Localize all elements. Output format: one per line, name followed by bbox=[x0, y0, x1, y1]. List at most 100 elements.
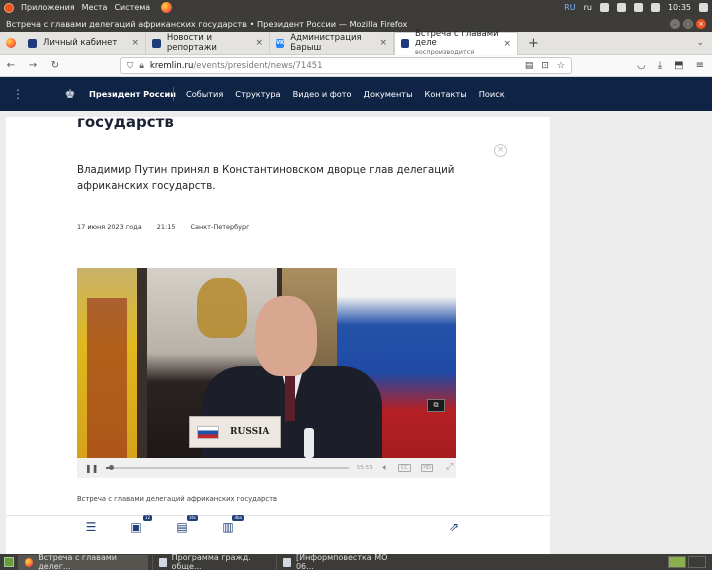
speaker-head bbox=[255, 296, 317, 376]
pocket-icon[interactable]: ◡ bbox=[637, 60, 646, 71]
site-nav: События Структура Видео и фото Документы… bbox=[186, 89, 517, 99]
back-button[interactable]: ← bbox=[0, 60, 22, 71]
eagle-emblem bbox=[197, 278, 247, 338]
firefox-icon bbox=[25, 557, 34, 567]
subtitles-icon[interactable]: CC bbox=[398, 464, 411, 472]
url-host: kremlin.ru bbox=[149, 60, 194, 71]
water-bottle bbox=[304, 428, 314, 458]
window-titlebar: Встреча с главами делегаций африканских … bbox=[0, 15, 712, 32]
reload-button[interactable]: ↻ bbox=[44, 60, 66, 71]
tab-label: Встреча с главами деле bbox=[414, 29, 499, 48]
tab-personal-cabinet[interactable]: Личный кабинет × bbox=[22, 31, 146, 55]
picture-in-picture-icon[interactable]: ⧉ bbox=[427, 399, 445, 412]
workspace-2[interactable] bbox=[688, 556, 706, 568]
nav-events[interactable]: События bbox=[186, 89, 223, 99]
nav-structure[interactable]: Структура bbox=[235, 89, 280, 99]
taskbar-label: [Информповестка МО 06... bbox=[295, 553, 388, 570]
kremlin-favicon-icon bbox=[401, 39, 409, 48]
share-icon[interactable]: ⇗ bbox=[445, 520, 463, 534]
flag-background bbox=[77, 268, 137, 458]
tab-label: Новости и репортажи bbox=[166, 33, 217, 53]
menu-applications[interactable]: Приложения bbox=[21, 3, 75, 12]
fullscreen-icon[interactable]: ⤢ bbox=[443, 463, 456, 472]
russia-mini-flag bbox=[197, 425, 219, 439]
video-progress-bar[interactable] bbox=[106, 465, 349, 470]
nav-documents[interactable]: Документы bbox=[364, 89, 413, 99]
close-window-button[interactable]: × bbox=[696, 18, 706, 29]
window-title: Встреча с главами делегаций африканских … bbox=[6, 18, 408, 29]
minimize-button[interactable]: – bbox=[670, 18, 680, 29]
maximize-button[interactable]: □ bbox=[683, 18, 693, 29]
shield-icon[interactable]: ⛉ bbox=[127, 61, 133, 71]
lock-icon[interactable]: 🔒︎ bbox=[139, 61, 144, 71]
transcript-icon[interactable]: ▥ 4ba bbox=[219, 515, 244, 534]
volume-icon[interactable] bbox=[650, 3, 660, 12]
video-icon[interactable]: ▤ 16s bbox=[173, 515, 198, 534]
volume-icon[interactable]: 🔈︎ bbox=[383, 463, 388, 473]
kremlin-favicon-icon bbox=[28, 38, 37, 48]
reader-view-icon[interactable]: ▤ bbox=[525, 61, 534, 71]
navigation-toolbar: ← → ↻ ⛉ 🔒︎ kremlin.ru/events/president/n… bbox=[0, 55, 712, 77]
article-lead: Владимир Путин принял в Константиновском… bbox=[77, 165, 455, 192]
taskbar-item-informpovestka[interactable]: [Информповестка МО 06... bbox=[276, 553, 401, 570]
bookmark-star-icon[interactable]: ☆ bbox=[557, 61, 565, 71]
close-article-icon[interactable]: × bbox=[494, 144, 507, 157]
taskbar-item-firefox[interactable]: Встреча с главами делег... bbox=[18, 553, 148, 570]
nav-search[interactable]: Поиск bbox=[479, 89, 505, 99]
video-caption: Встреча с главами делегаций африканских … bbox=[77, 495, 278, 503]
site-header: ⋮ ♚ Президент России События Структура В… bbox=[0, 77, 712, 111]
locale-indicator[interactable]: ru bbox=[584, 3, 592, 12]
taskbar-item-program[interactable]: Программа гражд. обще... bbox=[152, 553, 272, 570]
tab-administration[interactable]: VK Администрация Барыш × bbox=[270, 31, 394, 55]
coat-of-arms-icon[interactable]: ♚ bbox=[63, 87, 77, 101]
show-desktop-icon[interactable] bbox=[4, 557, 14, 567]
article-place[interactable]: Санкт-Петербург bbox=[190, 223, 249, 231]
workspace-switcher[interactable] bbox=[668, 556, 712, 568]
tab-close-icon[interactable]: × bbox=[379, 38, 387, 48]
article-time: 21:15 bbox=[156, 223, 176, 231]
workspace-1[interactable] bbox=[668, 556, 686, 568]
menu-places[interactable]: Места bbox=[82, 3, 108, 12]
video-badge: 16s bbox=[186, 515, 198, 521]
power-icon[interactable] bbox=[699, 3, 708, 12]
video-player[interactable]: RUSSIA ⧉ bbox=[77, 268, 456, 458]
address-bar[interactable]: ⛉ 🔒︎ kremlin.ru/events/president/news/71… bbox=[120, 57, 572, 74]
tab-label: Личный кабинет bbox=[43, 38, 118, 48]
mail-icon[interactable] bbox=[633, 3, 643, 12]
ubuntu-logo-icon[interactable] bbox=[4, 2, 14, 13]
downloads-icon[interactable]: ⤓ bbox=[658, 60, 662, 71]
clock[interactable]: 10:35 bbox=[668, 3, 691, 12]
tab-close-icon[interactable]: × bbox=[255, 38, 263, 48]
nav-contacts[interactable]: Контакты bbox=[425, 89, 467, 99]
tab-meeting-active[interactable]: Встреча с главами деле воспроизводится × bbox=[394, 29, 518, 56]
firefox-launcher-icon[interactable] bbox=[161, 2, 173, 13]
system-panel: Приложения Места Система RU ru 10:35 bbox=[0, 0, 712, 15]
forward-button[interactable]: → bbox=[22, 60, 44, 71]
notification-bell-icon[interactable] bbox=[616, 3, 626, 12]
site-name-link[interactable]: Президент России bbox=[89, 89, 176, 99]
tab-news[interactable]: Новости и репортажи × bbox=[146, 31, 270, 55]
photo-gallery-icon[interactable]: ▣ 12 bbox=[127, 515, 152, 534]
new-tab-button[interactable]: + bbox=[518, 36, 549, 51]
extensions-icon[interactable]: ⬒ bbox=[674, 60, 683, 71]
list-all-tabs-icon[interactable]: ⌄ bbox=[696, 38, 712, 48]
tab-close-icon[interactable]: × bbox=[131, 38, 139, 48]
menu-system[interactable]: Система bbox=[114, 3, 150, 12]
text-version-icon[interactable]: ☰ bbox=[82, 520, 100, 534]
menu-icon[interactable]: ≡ bbox=[696, 60, 704, 71]
site-menu-icon[interactable]: ⋮ bbox=[12, 87, 24, 101]
document-icon bbox=[159, 557, 167, 567]
header-divider bbox=[173, 87, 174, 101]
tab-close-icon[interactable]: × bbox=[503, 39, 511, 49]
screenshot-icon[interactable]: ⊡ bbox=[541, 61, 549, 71]
pause-icon[interactable]: ❚❚ bbox=[85, 464, 98, 473]
progress-handle[interactable] bbox=[109, 465, 115, 470]
quality-icon[interactable]: HD bbox=[420, 464, 434, 472]
keyboard-layout-indicator[interactable]: RU bbox=[564, 3, 575, 12]
taskbar: Встреча с главами делег... Программа гра… bbox=[0, 553, 712, 570]
network-icon[interactable] bbox=[599, 3, 609, 12]
nav-video-photo[interactable]: Видео и фото bbox=[293, 89, 352, 99]
taskbar-label: Встреча с главами делег... bbox=[38, 553, 117, 570]
vk-favicon-icon: VK bbox=[276, 38, 285, 48]
firefox-view-button[interactable] bbox=[0, 38, 22, 48]
